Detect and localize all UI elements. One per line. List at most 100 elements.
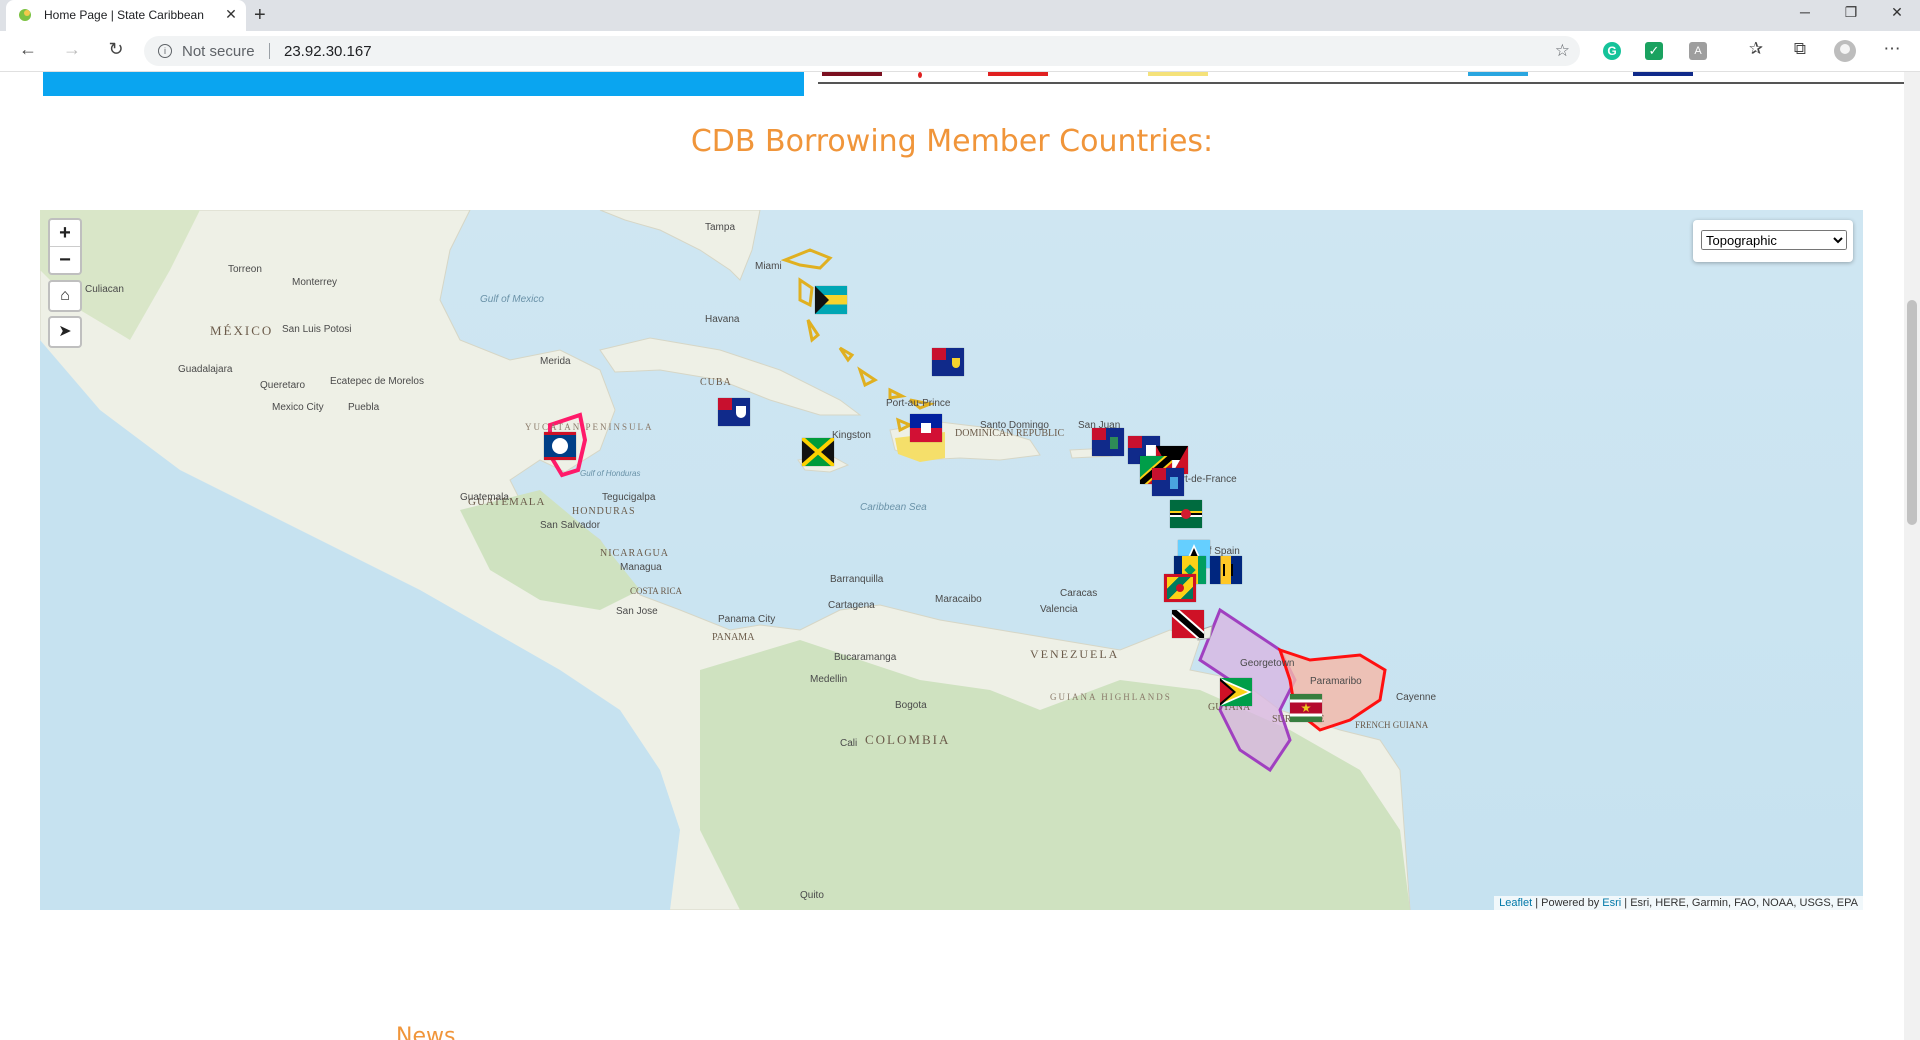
label-city: Tegucigalpa — [602, 492, 656, 503]
label-region: GUIANA HIGHLANDS — [1050, 692, 1172, 702]
label-city: Cali — [840, 738, 857, 749]
caribbean-map[interactable]: MÉXICO CUBA DOMINICAN REPUBLIC GUATEMALA… — [40, 210, 1863, 910]
bahamas-flag-icon[interactable] — [815, 286, 847, 314]
label-city: Caracas — [1060, 588, 1097, 599]
extension-icon[interactable]: A — [1689, 42, 1707, 60]
label-mexico: MÉXICO — [210, 323, 273, 338]
profile-avatar[interactable] — [1834, 40, 1856, 62]
label-water: Caribbean Sea — [860, 502, 927, 513]
maximize-button[interactable]: ❐ — [1828, 4, 1874, 21]
label-city: Georgetown — [1240, 658, 1294, 669]
back-icon[interactable]: ← — [14, 39, 42, 63]
cayman-flag-icon[interactable] — [718, 398, 750, 426]
barbados-flag-icon[interactable] — [1210, 556, 1242, 584]
label-city: Bucaramanga — [834, 652, 897, 663]
security-label[interactable]: Not secure — [182, 43, 255, 60]
label-water: Gulf of Honduras — [580, 469, 640, 478]
dominica-flag-icon[interactable] — [1170, 500, 1202, 528]
new-tab-button[interactable]: + — [254, 4, 266, 27]
strip-flag — [1468, 72, 1528, 76]
grammarly-extension-icon[interactable]: G — [1603, 42, 1621, 60]
reload-icon[interactable]: ↻ — [102, 39, 130, 63]
label-city: Cayenne — [1396, 692, 1436, 703]
strip-flag — [988, 72, 1048, 76]
close-window-button[interactable]: ✕ — [1874, 4, 1920, 21]
home-icon[interactable]: ⌂ — [48, 280, 82, 312]
news-heading: News — [396, 1024, 456, 1040]
turks-caicos-flag-icon[interactable] — [932, 348, 964, 376]
label-city: Quito — [800, 890, 824, 901]
scrollbar-thumb[interactable] — [1907, 300, 1917, 525]
label-city: Medellin — [810, 674, 847, 685]
label-city: Culiacan — [85, 284, 124, 295]
label-city: Guadalajara — [178, 364, 233, 375]
zoom-out-button[interactable]: − — [50, 246, 80, 273]
checkmark-extension-icon[interactable]: ✓ — [1645, 42, 1663, 60]
label-city: Managua — [620, 562, 662, 573]
flag-carousel-strip — [818, 72, 1904, 84]
label-city: Queretaro — [260, 380, 305, 391]
basemap-select[interactable]: Topographic — [1701, 230, 1847, 250]
attribution-text: | Powered by — [1532, 897, 1603, 909]
esri-link[interactable]: Esri — [1602, 897, 1621, 909]
label-city: Merida — [540, 356, 571, 367]
montserrat-flag-icon[interactable] — [1152, 468, 1184, 496]
label-city: Maracaibo — [935, 594, 982, 605]
bookmark-star-icon[interactable]: ☆ — [1555, 41, 1570, 61]
belize-flag-icon[interactable] — [544, 432, 576, 460]
zoom-in-button[interactable]: + — [50, 220, 80, 246]
label-city: Guatemala — [460, 492, 509, 503]
basemap-graphic: MÉXICO CUBA DOMINICAN REPUBLIC GUATEMALA… — [40, 210, 1436, 910]
label-costa-rica: COSTA RICA — [630, 586, 683, 596]
label-city: San Salvador — [540, 520, 601, 531]
label-city: Santo Domingo — [980, 420, 1049, 431]
grenada-flag-icon[interactable] — [1164, 574, 1196, 602]
label-city: Paramaribo — [1310, 676, 1362, 687]
label-city: Monterrey — [292, 277, 337, 288]
suriname-flag-icon[interactable] — [1290, 694, 1322, 722]
label-city: Kingston — [832, 430, 871, 441]
haiti-flag-icon[interactable] — [910, 414, 942, 442]
section-title: CDB Borrowing Member Countries: — [690, 124, 1214, 159]
label-city: Mexico City — [272, 402, 324, 413]
label-city: San Luis Potosi — [282, 324, 352, 335]
label-honduras: HONDURAS — [572, 506, 636, 517]
carousel-dot[interactable] — [918, 72, 922, 78]
strip-flag — [1633, 72, 1693, 76]
forward-icon[interactable]: → — [58, 39, 86, 63]
label-city: Cartagena — [828, 600, 875, 611]
basemap-control: Topographic — [1693, 220, 1853, 262]
more-menu-icon[interactable]: ⋯ — [1880, 39, 1904, 59]
label-city: Valencia — [1040, 604, 1078, 615]
page-scrollbar[interactable] — [1904, 72, 1920, 1040]
label-city: Miami — [755, 261, 782, 272]
label-venezuela: VENEZUELA — [1030, 647, 1119, 661]
info-icon[interactable]: i — [158, 44, 172, 58]
omnibox-divider — [269, 43, 270, 59]
leaflet-link[interactable]: Leaflet — [1499, 897, 1532, 909]
label-region: YUCATAN PENINSULA — [525, 422, 654, 432]
label-nicaragua: NICARAGUA — [600, 548, 669, 559]
label-city: Puebla — [348, 402, 380, 413]
minimize-button[interactable]: ─ — [1782, 4, 1828, 20]
favorites-icon[interactable]: ✰ — [1744, 39, 1768, 59]
collections-icon[interactable]: ⧉ — [1788, 39, 1812, 59]
address-bar[interactable]: i Not secure 23.92.30.167 ☆ — [144, 36, 1580, 66]
florida-land — [599, 210, 761, 281]
site-favicon-icon — [19, 9, 31, 21]
attribution-sources: | Esri, HERE, Garmin, FAO, NOAA, USGS, E… — [1621, 897, 1858, 909]
label-city: Ecatepec de Morelos — [330, 376, 424, 387]
label-french-guiana: FRENCH GUIANA — [1355, 720, 1429, 730]
locate-icon[interactable]: ➤ — [48, 316, 82, 348]
bvi-flag-icon[interactable] — [1092, 428, 1124, 456]
trinidad-flag-icon[interactable] — [1172, 610, 1204, 638]
jamaica-flag-icon[interactable] — [802, 438, 834, 466]
strip-flag — [1148, 72, 1208, 76]
browser-tab[interactable]: Home Page | State Caribbean ✕ — [6, 0, 246, 31]
label-water: Gulf of Mexico — [480, 294, 544, 305]
url-text[interactable]: 23.92.30.167 — [284, 43, 372, 60]
zoom-control: + − — [48, 218, 82, 275]
strip-flag — [822, 72, 882, 76]
guyana-flag-icon[interactable] — [1220, 678, 1252, 706]
tab-close-button[interactable]: ✕ — [222, 6, 240, 23]
